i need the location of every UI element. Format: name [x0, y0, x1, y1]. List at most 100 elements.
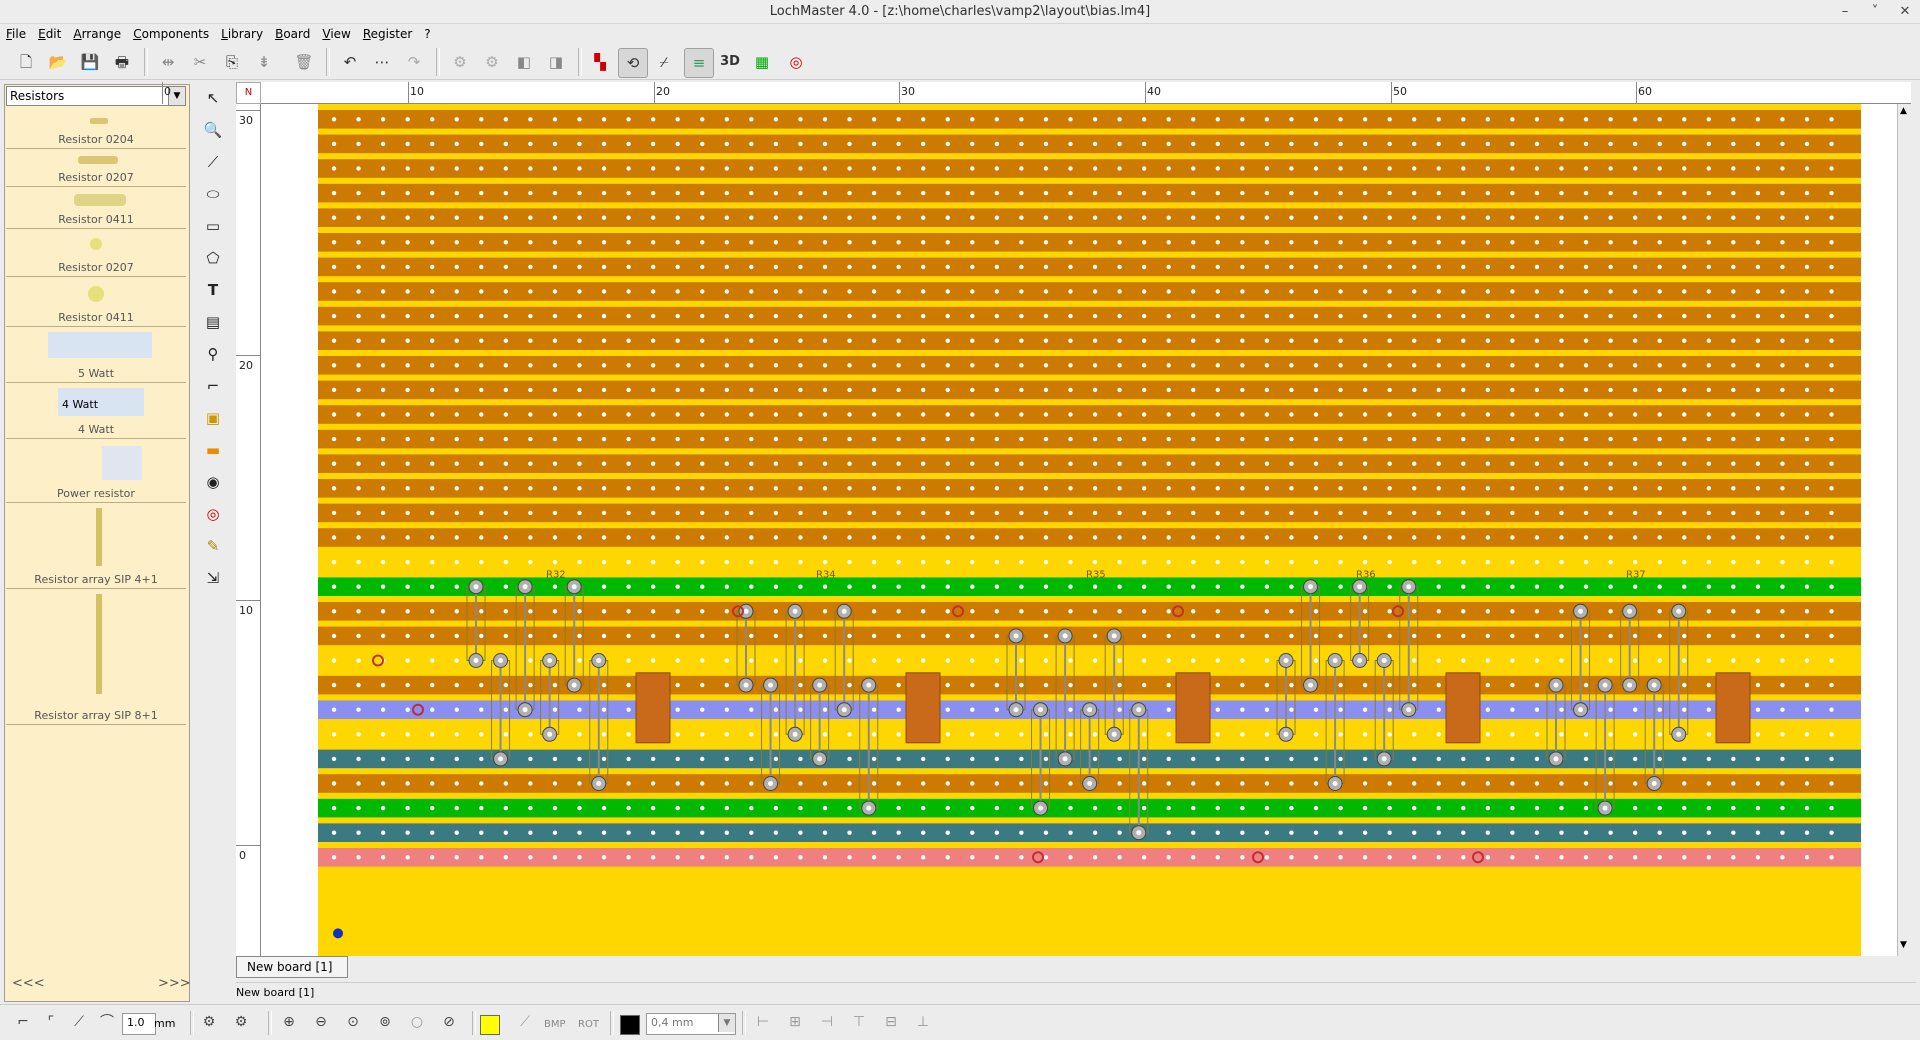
via-tool-icon[interactable]: ◉: [199, 468, 227, 496]
rectangle-tool-icon[interactable]: ▭: [199, 212, 227, 240]
library-item-sip-8[interactable]: Resistor array SIP 8+1: [6, 588, 186, 725]
align-right-icon[interactable]: ⊣: [814, 1009, 840, 1035]
ruler-corner[interactable]: N: [236, 82, 261, 104]
zoom-fit-icon[interactable]: ⊙: [340, 1009, 366, 1035]
fill-color-swatch[interactable]: [480, 1015, 500, 1035]
zoom-page-icon[interactable]: ⊚: [372, 1009, 398, 1035]
bring-front-icon[interactable]: ◧: [510, 48, 538, 76]
delete-icon[interactable]: 🗑: [290, 48, 318, 76]
menu-components[interactable]: Components: [127, 24, 215, 44]
zoom-selection-icon[interactable]: ○: [404, 1009, 430, 1035]
view-3d-button[interactable]: 3D: [716, 48, 744, 76]
grid-icon[interactable]: ▦: [748, 48, 776, 76]
target-icon[interactable]: ◎: [782, 48, 810, 76]
board-canvas[interactable]: R32 R34 R35 R36 R37: [261, 104, 1897, 956]
cut-icon[interactable]: ✂: [186, 48, 214, 76]
measure-tool-icon[interactable]: ⇲: [199, 564, 227, 592]
category-select[interactable]: Resistors ▼: [6, 86, 186, 106]
pipette-icon[interactable]: ⟋: [512, 1009, 538, 1035]
menu-file[interactable]: File: [0, 24, 32, 44]
bmp-button[interactable]: BMP: [544, 1019, 566, 1030]
board-hole: [1510, 117, 1515, 122]
vertical-scrollbar[interactable]: ▲ ▼: [1897, 104, 1913, 956]
align-center-icon[interactable]: ⊞: [782, 1009, 808, 1035]
snap-component-icon[interactable]: ⚙: [228, 1009, 254, 1035]
wire-mode-right-angle-icon[interactable]: ⌐: [10, 1009, 36, 1035]
copy-icon[interactable]: ⎘: [218, 48, 246, 76]
library-item-sip-4[interactable]: Resistor array SIP 4+1: [6, 502, 186, 589]
tab-new-board[interactable]: New board [1]: [236, 956, 348, 978]
wire-tool-icon[interactable]: ⌐: [199, 372, 227, 400]
close-button[interactable]: ✕: [1890, 0, 1920, 24]
align-left-icon[interactable]: ⊢: [750, 1009, 776, 1035]
menu-arrange[interactable]: Arrange: [67, 24, 127, 44]
align-top-icon[interactable]: ⊤: [846, 1009, 872, 1035]
maximize-button[interactable]: ˅: [1860, 0, 1890, 24]
polygon-tool-icon[interactable]: ⬠: [199, 244, 227, 272]
library-item-resistor-0411-upright[interactable]: Resistor 0411: [6, 276, 186, 327]
library-item-5-watt[interactable]: 5 Watt: [6, 326, 186, 383]
wire-mode-bevel-icon[interactable]: ⌜: [38, 1009, 64, 1035]
rotate-view-icon[interactable]: ⟲: [618, 48, 648, 78]
open-file-icon[interactable]: 📂: [44, 48, 72, 76]
align-middle-icon[interactable]: ⊟: [878, 1009, 904, 1035]
new-file-icon[interactable]: 🗋: [12, 48, 40, 76]
scroll-up-icon[interactable]: ▲: [1900, 106, 1907, 116]
hole-tool-icon[interactable]: ◎: [199, 500, 227, 528]
zoom-in-icon[interactable]: ⊕: [276, 1009, 302, 1035]
library-scroll-left[interactable]: <<<: [12, 976, 45, 991]
library-item-4-watt[interactable]: 4 Watt 4 Watt: [6, 382, 186, 439]
zoom-previous-icon[interactable]: ⊘: [436, 1009, 462, 1035]
chevron-down-icon[interactable]: ▼: [718, 1014, 735, 1032]
menu-register[interactable]: Register: [357, 24, 418, 44]
pointer-icon[interactable]: ↖: [199, 84, 227, 112]
snap-icon[interactable]: ⚙: [196, 1009, 222, 1035]
strip-view-icon[interactable]: ≡: [684, 48, 714, 78]
rot-button[interactable]: ROT: [578, 1019, 599, 1030]
wire-mode-diagonal-icon[interactable]: ⟋: [66, 1009, 92, 1035]
component-tool-icon[interactable]: ▤: [199, 308, 227, 336]
mirror-icon[interactable]: ⇹: [154, 48, 182, 76]
redo-icon[interactable]: ↷: [400, 48, 428, 76]
paste-icon[interactable]: ⇟: [250, 48, 278, 76]
menu-edit[interactable]: Edit: [32, 24, 67, 44]
zoom-icon[interactable]: 🔍: [199, 116, 227, 144]
library-item-resistor-0207[interactable]: Resistor 0207: [6, 148, 186, 187]
line-tool-icon[interactable]: ⟋: [199, 148, 227, 176]
solder-tool-icon[interactable]: ⚲: [199, 340, 227, 368]
minimize-button[interactable]: –: [1830, 0, 1860, 24]
save-icon[interactable]: 💾: [76, 48, 104, 76]
library-item-resistor-0207-upright[interactable]: Resistor 0207: [6, 228, 186, 277]
board-hole: [577, 707, 582, 712]
ellipse-tool-icon[interactable]: ⬭: [199, 180, 227, 208]
menu-help[interactable]: ?: [418, 24, 436, 44]
align-bottom-icon[interactable]: ⊥: [910, 1009, 936, 1035]
cut-strip-tool-icon[interactable]: ▬: [199, 436, 227, 464]
wire-icon[interactable]: ⌿: [650, 48, 678, 76]
board-hole: [1731, 486, 1736, 491]
stripboard[interactable]: R32 R34 R35 R36 R37: [261, 104, 1897, 956]
print-icon[interactable]: 🖶: [108, 48, 136, 76]
wire-mode-curve-icon[interactable]: ⌒: [94, 1009, 120, 1035]
library-item-resistor-0411[interactable]: Resistor 0411: [6, 186, 186, 229]
undo-icon[interactable]: ↶: [336, 48, 364, 76]
library-item-resistor-0204[interactable]: Resistor 0204: [6, 110, 186, 149]
zoom-out-icon[interactable]: ⊖: [308, 1009, 334, 1035]
text-tool-icon[interactable]: T: [199, 276, 227, 304]
send-back-icon[interactable]: ◨: [542, 48, 570, 76]
bridge-tool-icon[interactable]: ▣: [199, 404, 227, 432]
library-item-power-resistor[interactable]: Power resistor: [6, 438, 186, 503]
menu-view[interactable]: View: [316, 24, 356, 44]
scroll-down-icon[interactable]: ▼: [1900, 940, 1907, 950]
line-color-swatch[interactable]: [620, 1015, 640, 1035]
undo-list-icon[interactable]: ⋯: [368, 48, 396, 76]
pen-tool-icon[interactable]: ✎: [199, 532, 227, 560]
menu-board[interactable]: Board: [269, 24, 316, 44]
library-scroll-right[interactable]: >>>: [158, 976, 191, 991]
track-width-select[interactable]: 0,4 mm ▼: [646, 1013, 736, 1035]
color-icon[interactable]: ▚: [586, 48, 614, 76]
grid-input[interactable]: 1.0: [122, 1013, 156, 1035]
menu-library[interactable]: Library: [215, 24, 269, 44]
group-icon[interactable]: ⚙: [446, 48, 474, 76]
ungroup-icon[interactable]: ⚙: [478, 48, 506, 76]
